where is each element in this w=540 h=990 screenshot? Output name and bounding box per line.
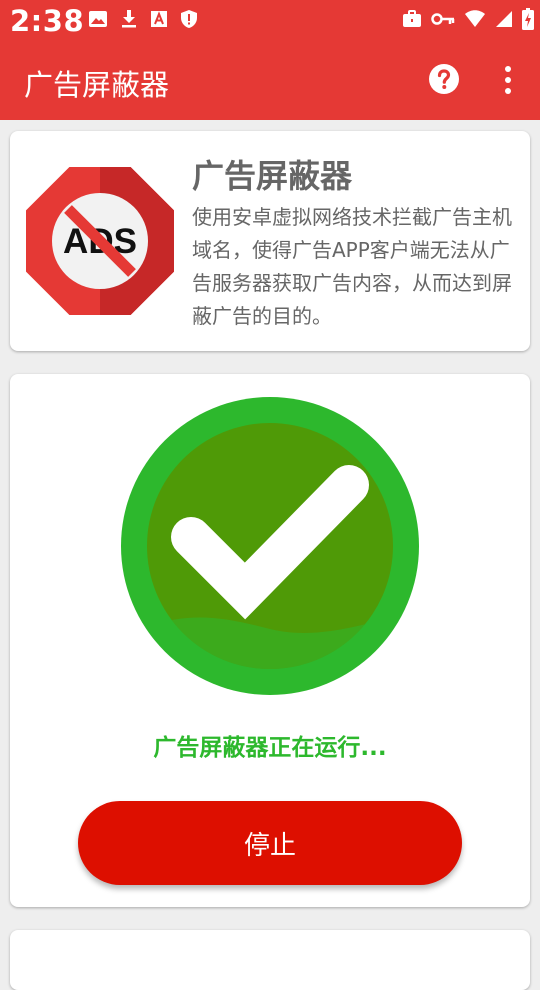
battery-charging-icon [522, 8, 534, 30]
app-title: 广告屏蔽器 [24, 68, 170, 102]
more-options-button[interactable] [494, 63, 522, 97]
vpn-key-icon [431, 13, 455, 25]
more-vert-icon-dot [505, 88, 511, 94]
check-circle-icon [121, 397, 419, 695]
wifi-icon [465, 10, 485, 27]
signal-icon [496, 11, 512, 27]
download-icon [122, 10, 136, 28]
info-title: 广告屏蔽器 [192, 157, 353, 195]
status-time: 2:38 [10, 4, 85, 38]
shield-icon [181, 10, 197, 28]
image-icon [89, 11, 107, 27]
info-description: 使用安卓虚拟网络技术拦截广告主机域名，使得广告APP客户端无法从广告服务器获取广… [192, 205, 512, 328]
help-button[interactable] [428, 63, 460, 95]
briefcase-icon [403, 10, 421, 27]
more-vert-icon-dot [505, 66, 511, 72]
more-vert-icon-dot [505, 77, 511, 83]
status-bar: 2:38 [0, 0, 540, 44]
notification-icons [88, 7, 198, 31]
status-text: 广告屏蔽器正在运行... [153, 735, 387, 761]
font-icon [151, 11, 167, 27]
stop-button[interactable]: 停止 [78, 801, 462, 885]
bottom-card [10, 930, 530, 990]
app-bar: 广告屏蔽器 [0, 44, 540, 120]
help-circle-icon [429, 64, 459, 94]
system-icons [402, 7, 534, 31]
info-card: ADS 广告屏蔽器 使用安卓虚拟网络技术拦截广告主机域名，使得广告APP客户端无… [10, 131, 530, 351]
status-card: 广告屏蔽器正在运行... 停止 [10, 374, 530, 907]
ads-blocked-logo-icon: ADS [26, 167, 174, 315]
